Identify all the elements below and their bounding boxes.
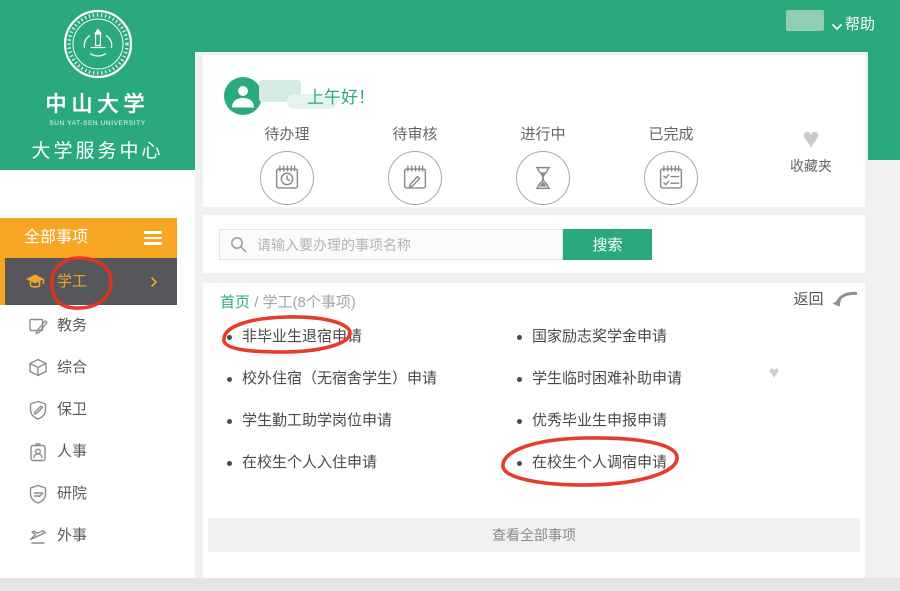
sidebar-item-label: 外事 xyxy=(57,515,87,557)
chevron-down-icon[interactable] xyxy=(831,18,843,36)
sidebar-item-label: 保卫 xyxy=(57,389,87,431)
status-in-review[interactable]: 待审核 xyxy=(365,123,465,205)
menu-header-all-items[interactable]: 全部事项 xyxy=(0,218,177,258)
service-item[interactable]: 在校生个人入住申请 xyxy=(227,453,377,473)
hr-icon xyxy=(27,441,49,463)
service-item[interactable]: 非毕业生退宿申请 xyxy=(227,327,362,347)
status-card: 上午好！ 待办理 待审核 xyxy=(203,55,865,207)
bullet xyxy=(227,419,232,424)
bullet xyxy=(517,461,522,466)
bullet xyxy=(517,419,522,424)
view-all-button[interactable]: 查看全部事项 xyxy=(208,518,860,552)
page-bottom-strip xyxy=(0,578,900,591)
security-icon xyxy=(27,399,49,421)
chevron-right-icon xyxy=(150,276,158,288)
favorites-button[interactable]: ♥ 收藏夹 xyxy=(773,125,849,176)
foreign-affairs-icon xyxy=(27,525,49,547)
service-item[interactable]: 在校生个人调宿申请 xyxy=(517,453,667,473)
calendar-clock-icon[interactable] xyxy=(260,151,314,205)
service-item[interactable]: 校外住宿（无宿舍学生）申请 xyxy=(227,369,437,389)
person-icon xyxy=(224,77,262,115)
sidebar-item-baowei[interactable]: 保卫 xyxy=(0,389,177,431)
sidebar-item-renshi[interactable]: 人事 xyxy=(0,431,177,473)
graduate-school-icon xyxy=(27,483,49,505)
calendar-pen-icon[interactable] xyxy=(388,151,442,205)
sidebar-item-yanyuan[interactable]: 研院 xyxy=(0,473,177,515)
sidebar-item-xuegong[interactable]: 学工 xyxy=(0,258,177,305)
bullet xyxy=(227,335,232,340)
hourglass-icon[interactable] xyxy=(516,151,570,205)
avatar[interactable] xyxy=(224,77,262,115)
university-name-cn: 中山大学 xyxy=(0,88,195,118)
bullet xyxy=(227,377,232,382)
back-button[interactable]: 返回 xyxy=(794,288,859,309)
services-card: 首页 / 学工(8个事项) 返回 非毕业生退宿申请 校外住宿（无宿舍学生）申请 … xyxy=(203,283,865,578)
active-indicator xyxy=(0,258,5,305)
sidebar-item-jiaowu[interactable]: 教务 xyxy=(0,305,177,347)
help-link[interactable]: 帮助 xyxy=(845,13,875,34)
status-in-progress[interactable]: 进行中 xyxy=(493,123,593,205)
university-seal-icon xyxy=(61,7,135,81)
back-arrow-icon xyxy=(831,289,859,308)
hamburger-icon[interactable] xyxy=(144,231,162,248)
all-items-label: 全部事项 xyxy=(24,218,88,258)
sidebar-item-label: 综合 xyxy=(57,347,87,389)
search-input[interactable] xyxy=(255,236,562,254)
status-completed[interactable]: 已完成 xyxy=(621,123,721,205)
breadcrumb-current: / 学工(8个事项) xyxy=(254,294,356,311)
general-affairs-icon xyxy=(27,357,49,379)
sidebar-logo: 中山大学 SUN YAT-SEN UNIVERSITY 大学服务中心 xyxy=(0,0,195,170)
service-item[interactable]: 学生临时困难补助申请 xyxy=(517,369,682,389)
sidebar-item-waishi[interactable]: 外事 xyxy=(0,515,177,557)
sidebar-item-label: 研院 xyxy=(57,473,87,515)
checklist-icon[interactable] xyxy=(644,151,698,205)
service-center-app: 帮助 中山大学 SUN YAT-SEN UNIVERSITY 大学服务中心 全部… xyxy=(0,0,900,591)
student-affairs-icon xyxy=(24,271,46,293)
service-item[interactable]: 优秀毕业生申报申请 xyxy=(517,411,667,431)
bullet xyxy=(517,377,522,382)
search-button[interactable]: 搜索 xyxy=(563,229,652,260)
user-name-redacted[interactable] xyxy=(786,10,824,31)
breadcrumb: 首页 / 学工(8个事项) xyxy=(220,291,356,312)
heart-icon: ♥ xyxy=(773,125,849,153)
service-item[interactable]: 学生勤工助学岗位申请 xyxy=(227,411,392,431)
greeting-text: 上午好！ xyxy=(307,83,375,108)
bullet xyxy=(517,335,522,340)
breadcrumb-home[interactable]: 首页 xyxy=(220,294,250,311)
sidebar-item-label: 教务 xyxy=(57,305,87,347)
portal-title: 大学服务中心 xyxy=(0,136,195,163)
academic-affairs-icon xyxy=(27,315,49,337)
search-card: 搜索 xyxy=(203,215,865,273)
sidebar-item-label: 学工 xyxy=(57,258,87,305)
sidebar-item-label: 人事 xyxy=(57,431,87,473)
search-icon xyxy=(230,236,247,253)
search-box[interactable] xyxy=(219,229,563,260)
university-name-en: SUN YAT-SEN UNIVERSITY xyxy=(0,120,195,127)
sidebar-item-zonghe[interactable]: 综合 xyxy=(0,347,177,389)
heart-icon[interactable]: ♥ xyxy=(769,363,779,383)
service-item[interactable]: 国家励志奖学金申请 xyxy=(517,327,667,347)
bullet xyxy=(227,461,232,466)
status-pending[interactable]: 待办理 xyxy=(237,123,337,205)
